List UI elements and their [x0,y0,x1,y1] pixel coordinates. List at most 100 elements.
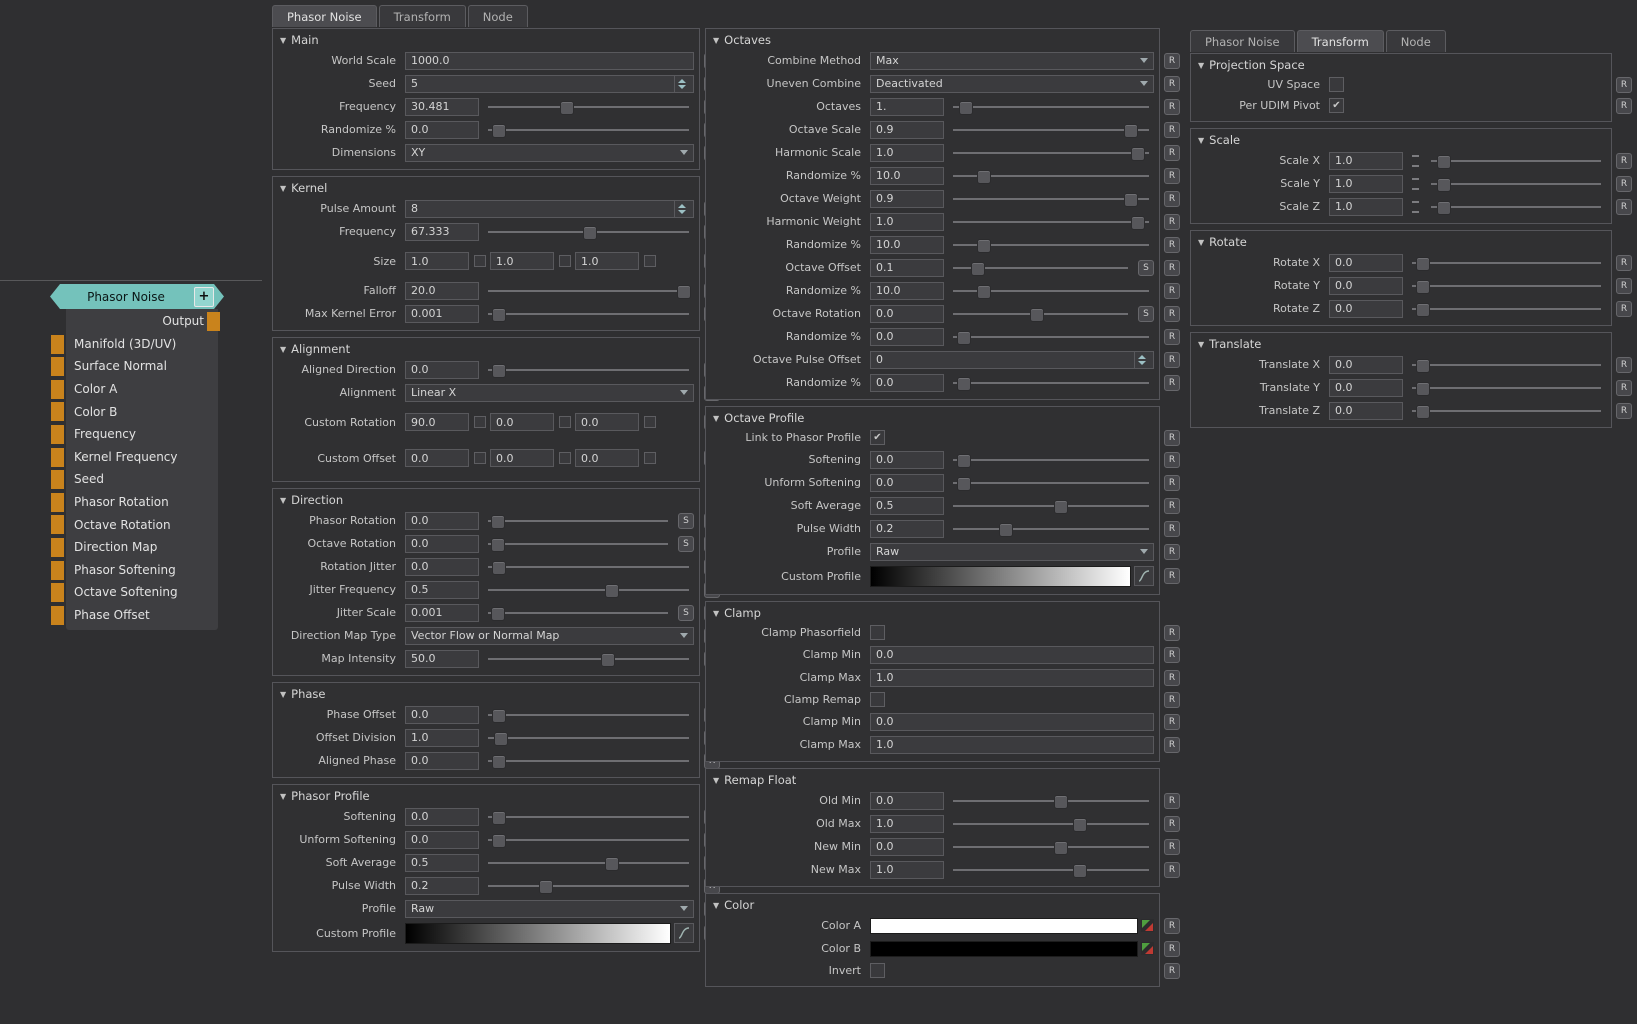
custom-profile-gradient-bar[interactable] [405,923,671,944]
reset-button[interactable]: R [1164,237,1180,253]
slider-handle[interactable] [1437,178,1451,192]
section-header-color[interactable]: ▼Color [711,896,1154,914]
reset-button[interactable]: R [1616,403,1632,419]
input-port-row[interactable]: Octave Rotation [66,513,218,536]
section-header-alignment[interactable]: ▼Alignment [278,340,694,358]
octave-pulse-offset-stepper[interactable] [1134,352,1148,368]
soft-average-slider[interactable] [488,856,689,870]
clamp-remap-checkbox[interactable] [870,692,885,707]
soft-average-slider[interactable] [953,499,1149,513]
reset-button[interactable]: R [1164,839,1180,855]
new-max-input[interactable]: 1.0 [870,861,944,879]
slider-handle[interactable] [1054,841,1068,855]
softening-input[interactable]: 0.0 [870,451,944,469]
curve-edit-button[interactable] [1134,566,1154,586]
reset-button[interactable]: R [1164,816,1180,832]
reset-button[interactable]: R [1616,301,1632,317]
randomize-slider[interactable] [953,330,1149,344]
translate-y-slider[interactable] [1412,381,1601,395]
section-header-phase[interactable]: ▼Phase [278,685,694,703]
output-port-socket[interactable] [207,312,220,331]
octave-rotation-input[interactable]: 0.0 [405,535,479,553]
translate-y-input[interactable]: 0.0 [1329,379,1403,397]
slider-handle[interactable] [605,584,619,598]
reset-button[interactable]: R [1616,357,1632,373]
pulse-amount-stepper[interactable] [674,201,688,217]
harmonic-scale-slider[interactable] [953,146,1149,160]
input-port-row[interactable]: Seed [66,468,218,491]
octave-offset-slider[interactable] [953,261,1128,275]
output-port-row[interactable]: Output [66,310,218,333]
collapse-triangle-icon[interactable]: ▼ [280,36,286,45]
reset-button[interactable]: R [1164,283,1180,299]
harmonic-scale-input[interactable]: 1.0 [870,144,944,162]
slider-handle[interactable] [999,523,1013,537]
collapse-triangle-icon[interactable]: ▼ [713,901,719,910]
input-port-socket[interactable] [51,380,64,399]
translate-x-slider[interactable] [1412,358,1601,372]
rotation-jitter-input[interactable]: 0.0 [405,558,479,576]
translate-x-input[interactable]: 0.0 [1329,356,1403,374]
reset-button[interactable]: R [1616,176,1632,192]
s-channel-button[interactable]: S [1138,260,1154,276]
randomize-slider[interactable] [953,238,1149,252]
octaves-slider[interactable] [953,100,1149,114]
unform-softening-slider[interactable] [953,476,1149,490]
aligned-phase-slider[interactable] [488,754,689,768]
slider-handle[interactable] [491,538,505,552]
reset-button[interactable]: R [1164,430,1180,446]
reset-button[interactable]: R [1164,963,1180,979]
reset-button[interactable]: R [1164,498,1180,514]
rotate-z-input[interactable]: 0.0 [1329,300,1403,318]
frequency-input[interactable]: 67.333 [405,223,479,241]
harmonic-weight-input[interactable]: 1.0 [870,213,944,231]
max-kernel-error-input[interactable]: 0.001 [405,305,479,323]
falloff-slider[interactable] [488,284,689,298]
seed-stepper[interactable] [674,76,688,92]
slider-handle[interactable] [492,709,506,723]
input-port-socket[interactable] [51,335,64,354]
scale-y-slider[interactable] [1431,177,1601,191]
octave-rotation-slider[interactable] [488,537,668,551]
new-min-slider[interactable] [953,840,1149,854]
old-min-input[interactable]: 0.0 [870,792,944,810]
custom-rotation-input-y[interactable]: 0.0 [490,413,554,431]
unform-softening-input[interactable]: 0.0 [870,474,944,492]
slider-handle[interactable] [1124,193,1138,207]
slider-handle[interactable] [957,477,971,491]
s-channel-button[interactable]: S [678,513,694,529]
input-port-row[interactable]: Phasor Rotation [66,491,218,514]
slider-handle[interactable] [1416,303,1430,317]
slider-handle[interactable] [539,880,553,894]
invert-checkbox[interactable] [870,963,885,978]
collapse-triangle-icon[interactable]: ▼ [713,776,719,785]
reset-button[interactable]: R [1164,670,1180,686]
input-port-row[interactable]: Frequency [66,423,218,446]
slider-handle[interactable] [1437,155,1451,169]
link-to-phasor-profile-checkbox[interactable]: ✔ [870,430,885,445]
clamp-min-input[interactable]: 0.0 [870,646,1154,664]
harmonic-weight-slider[interactable] [953,215,1149,229]
color-b-color-swatch[interactable] [870,941,1138,957]
reset-button[interactable]: R [1164,714,1180,730]
tab-transform[interactable]: Transform [1297,30,1384,52]
input-port-socket[interactable] [51,606,64,625]
reset-button[interactable]: R [1616,380,1632,396]
phasor-rotation-slider[interactable] [488,514,668,528]
reset-button[interactable]: R [1616,98,1632,114]
slider-handle[interactable] [1054,795,1068,809]
slider-handle[interactable] [601,653,615,667]
spin-up-icon[interactable] [1138,355,1146,359]
new-max-slider[interactable] [953,863,1149,877]
clamp-min-input[interactable]: 0.0 [870,713,1154,731]
old-max-input[interactable]: 1.0 [870,815,944,833]
pulse-width-slider[interactable] [953,522,1149,536]
size-input-z[interactable]: 1.0 [575,252,639,270]
alignment-dropdown[interactable]: Linear X [405,384,694,402]
reset-button[interactable]: R [1164,168,1180,184]
slider-handle[interactable] [1131,147,1145,161]
slider-handle[interactable] [1030,308,1044,322]
section-header-phasor-profile[interactable]: ▼Phasor Profile [278,787,694,805]
color-picker-icon[interactable] [1141,942,1154,955]
old-min-slider[interactable] [953,794,1149,808]
